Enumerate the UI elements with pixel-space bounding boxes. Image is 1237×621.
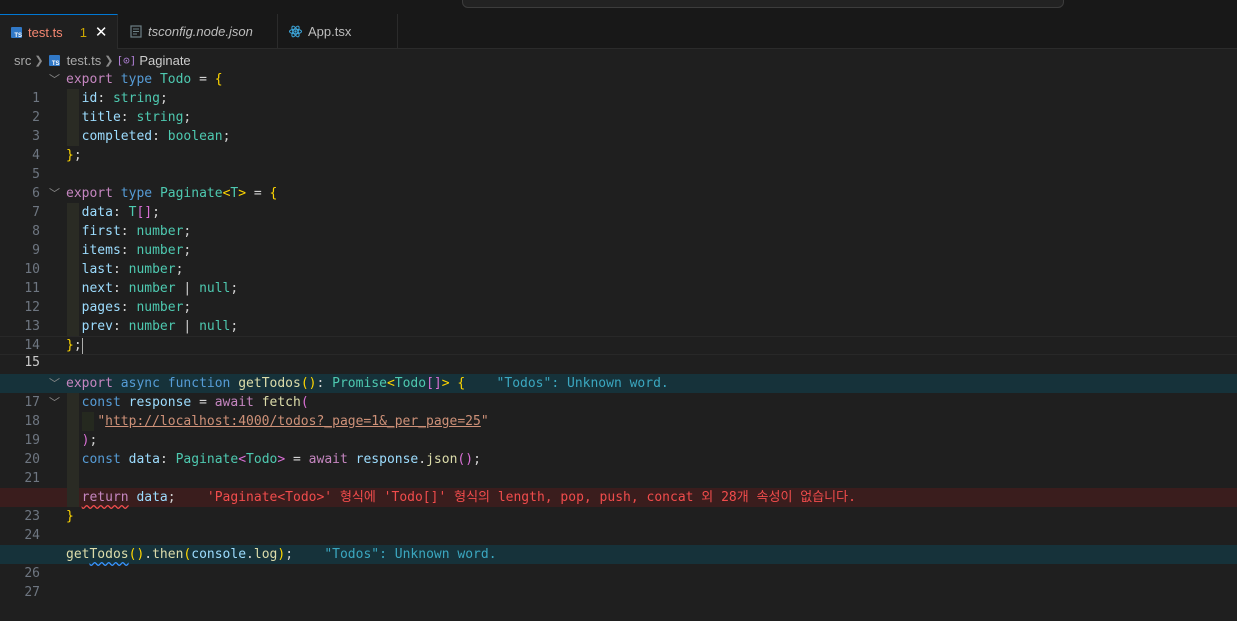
- fold-chevron-icon[interactable]: ﹀: [49, 70, 60, 89]
- code-line: 27: [0, 564, 1237, 600]
- tab-label: App.tsx: [308, 23, 352, 39]
- title-bar: [0, 0, 1237, 14]
- code-line: 7 ﹀ export type Paginate<T> = {: [0, 184, 1237, 220]
- breadcrumb-symbol[interactable]: Paginate: [139, 53, 190, 68]
- code-line-current: 15 };: [0, 336, 1237, 370]
- code-line: 5 };: [0, 146, 1237, 182]
- line-number: 27: [24, 585, 40, 600]
- inline-diagnostic-info: "Todos": Unknown word.: [324, 547, 497, 562]
- code-line: 3 title: string;: [0, 108, 1237, 144]
- typescript-file-icon: [48, 54, 60, 67]
- text-cursor: [81, 337, 83, 354]
- code-line: 16: [0, 355, 1237, 391]
- code-line: 2 id: string;: [0, 89, 1237, 125]
- code-line: 17 ﹀ export async function getTodos(): P…: [0, 374, 1237, 410]
- code-line: 10 items: number;: [0, 241, 1237, 277]
- code-line: 26 getTodos().then(console.log); "Todos"…: [0, 545, 1237, 581]
- code-line: 23 return data; 'Paginate<Todo>' 형식에 'To…: [0, 488, 1237, 524]
- code-line: 22: [0, 469, 1237, 505]
- inline-diagnostic-info: "Todos": Unknown word.: [496, 376, 669, 391]
- code-line: 20 );: [0, 431, 1237, 467]
- fold-chevron-icon[interactable]: ﹀: [49, 184, 60, 203]
- chevron-right-icon: ❯: [104, 54, 114, 67]
- code-editor[interactable]: 1 ﹀ export type Todo = { 2 id: string; 3…: [0, 70, 1237, 600]
- code-line: 4 completed: boolean;: [0, 127, 1237, 163]
- tab-app-tsx[interactable]: App.tsx: [278, 14, 398, 48]
- fold-chevron-icon[interactable]: ﹀: [49, 374, 60, 393]
- tab-test-ts[interactable]: test.ts 1 ✕: [0, 14, 118, 49]
- code-line: 21 const data: Paginate<Todo> = await re…: [0, 450, 1237, 486]
- tab-label: tsconfig.node.json: [148, 23, 253, 39]
- code-line: 14 prev: number | null;: [0, 317, 1237, 353]
- editor-tab-bar: test.ts 1 ✕ tsconfig.node.json App.tsx: [0, 14, 1237, 49]
- breadcrumb-folder[interactable]: src: [14, 53, 31, 68]
- breadcrumb-file[interactable]: test.ts: [67, 53, 102, 68]
- chevron-right-icon: ❯: [34, 54, 44, 67]
- typescript-file-icon: [11, 26, 22, 39]
- react-file-icon: [289, 25, 302, 38]
- code-line: 9 first: number;: [0, 222, 1237, 258]
- tab-tsconfig-node-json[interactable]: tsconfig.node.json: [118, 14, 278, 48]
- code-line: 6: [0, 165, 1237, 201]
- code-line: 24 }: [0, 507, 1237, 543]
- code-line: 19 "http://localhost:4000/todos?_page=1&…: [0, 412, 1237, 448]
- tab-label: test.ts: [28, 24, 63, 40]
- inline-diagnostic-error: 'Paginate<Todo>' 형식에 'Todo[]' 형식의 length…: [206, 490, 856, 505]
- code-line: 13 pages: number;: [0, 298, 1237, 334]
- code-line: 12 next: number | null;: [0, 279, 1237, 315]
- close-icon[interactable]: ✕: [95, 23, 108, 41]
- code-line: 11 last: number;: [0, 260, 1237, 296]
- code-line: 18 ﹀ const response = await fetch(: [0, 393, 1237, 429]
- breadcrumb: src ❯ test.ts ❯ [⊙] Paginate: [14, 51, 191, 69]
- command-center[interactable]: [462, 0, 1064, 8]
- problem-count-badge: 1: [79, 24, 87, 40]
- url-link[interactable]: http://localhost:4000/todos?_page=1&_per…: [105, 414, 481, 429]
- fold-chevron-icon[interactable]: ﹀: [49, 393, 60, 412]
- code-line: 1 ﹀ export type Todo = {: [0, 70, 1237, 106]
- json-file-icon: [130, 24, 142, 38]
- symbol-variable-icon: [⊙]: [116, 53, 137, 67]
- code-line: 8 data: T[];: [0, 203, 1237, 239]
- code-line: 25: [0, 526, 1237, 562]
